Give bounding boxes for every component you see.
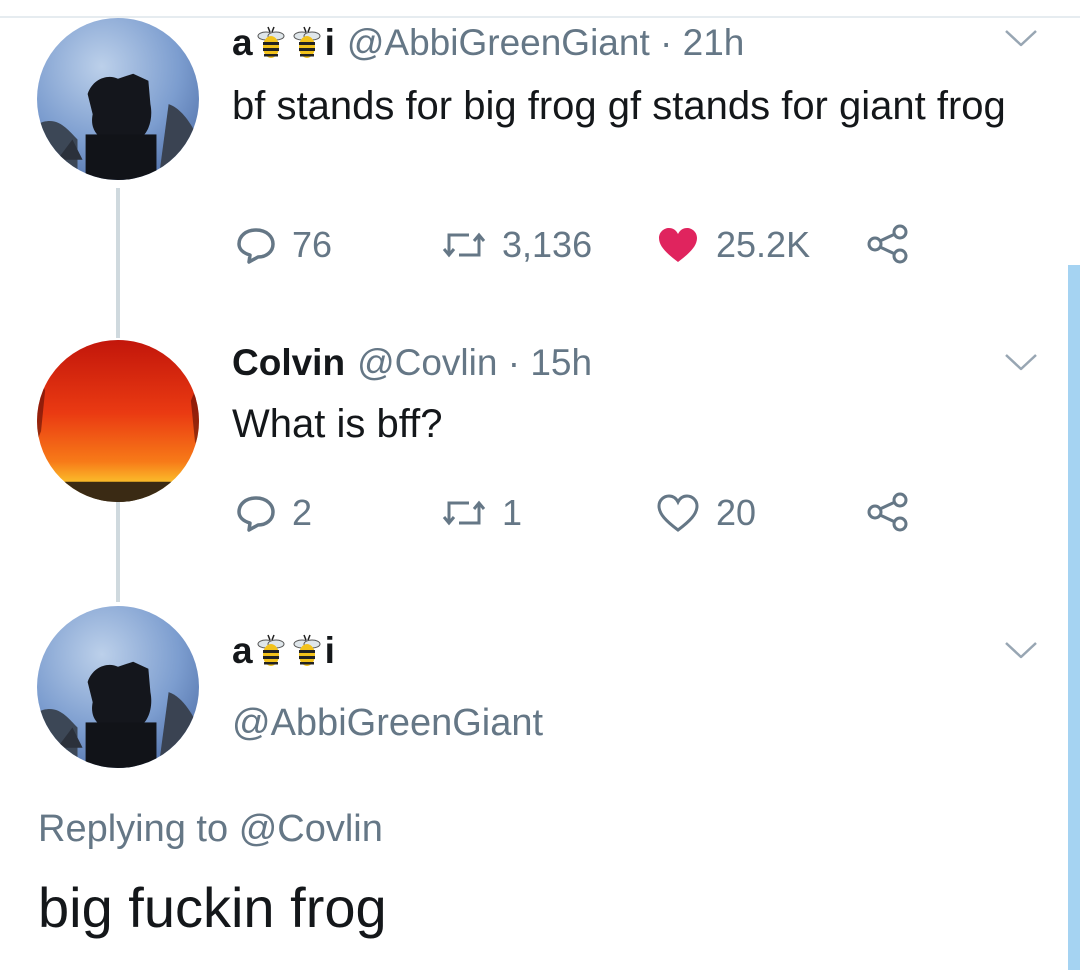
bee-icon: [292, 633, 322, 669]
chevron-down-icon[interactable]: [1004, 28, 1038, 48]
retweet-button[interactable]: 1: [442, 492, 522, 534]
display-name[interactable]: Colvin: [232, 342, 345, 384]
bee-icon: [292, 25, 322, 61]
top-divider: [0, 16, 1080, 18]
heart-outline-icon: [656, 493, 700, 533]
separator-dot: ·: [660, 22, 673, 63]
share-icon: [866, 492, 910, 532]
tweet-header: a i @AbbiGreenGiant · 21h: [232, 22, 744, 64]
tweet-text: bf stands for big frog gf stands for gia…: [232, 84, 1006, 128]
retweet-count: 3,136: [502, 224, 593, 265]
avatar[interactable]: [37, 18, 199, 180]
separator-dot: ·: [507, 342, 521, 383]
share-button[interactable]: [866, 224, 926, 264]
display-name-end: i: [324, 22, 335, 63]
replying-prefix: Replying to: [38, 808, 229, 850]
display-name[interactable]: a i: [232, 630, 335, 672]
avatar-sunset-image: [37, 340, 199, 502]
reply-icon: [236, 225, 276, 265]
replying-mention-link[interactable]: @Covlin: [239, 808, 383, 850]
share-button[interactable]: [866, 492, 926, 532]
heart-icon: [656, 225, 700, 265]
tweet-text: What is bff?: [232, 402, 443, 446]
display-name[interactable]: a i: [232, 22, 335, 64]
avatar[interactable]: [37, 606, 199, 768]
focused-tweet-text: big fuckin frog: [38, 876, 387, 939]
timestamp[interactable]: 15h: [530, 342, 592, 383]
bee-icon: [256, 25, 286, 61]
handle[interactable]: @Covlin: [357, 342, 497, 383]
like-button[interactable]: 25.2K: [656, 224, 810, 266]
display-name-start: a: [232, 22, 253, 63]
reply-button[interactable]: 2: [236, 492, 312, 534]
display-name-end: i: [324, 630, 335, 671]
retweet-button[interactable]: 3,136: [442, 224, 592, 266]
bee-icon: [256, 633, 286, 669]
like-button[interactable]: 20: [656, 492, 756, 534]
replying-to: Replying to @Covlin: [38, 808, 383, 851]
chevron-down-icon[interactable]: [1004, 640, 1038, 660]
thread-line: [116, 188, 120, 338]
like-count: 25.2K: [716, 224, 811, 265]
display-name-start: a: [232, 630, 253, 671]
retweet-icon: [442, 495, 486, 531]
reply-count: 76: [292, 224, 333, 265]
thread-line: [116, 502, 120, 602]
handle[interactable]: @AbbiGreenGiant: [232, 702, 543, 745]
timestamp[interactable]: 21h: [683, 22, 745, 63]
retweet-icon: [442, 227, 486, 263]
share-icon: [866, 224, 910, 264]
tweet-header: Colvin @Covlin · 15h: [232, 342, 592, 384]
retweet-count: 1: [502, 492, 523, 533]
avatar[interactable]: [37, 340, 199, 502]
reply-button[interactable]: 76: [236, 224, 332, 266]
reply-count: 2: [292, 492, 313, 533]
avatar-silhouette-image: [37, 606, 199, 768]
chevron-down-icon[interactable]: [1004, 352, 1038, 372]
scrollbar[interactable]: [1068, 265, 1080, 970]
like-count: 20: [716, 492, 757, 533]
avatar-silhouette-image: [37, 18, 199, 180]
reply-icon: [236, 493, 276, 533]
handle[interactable]: @AbbiGreenGiant: [347, 22, 650, 63]
